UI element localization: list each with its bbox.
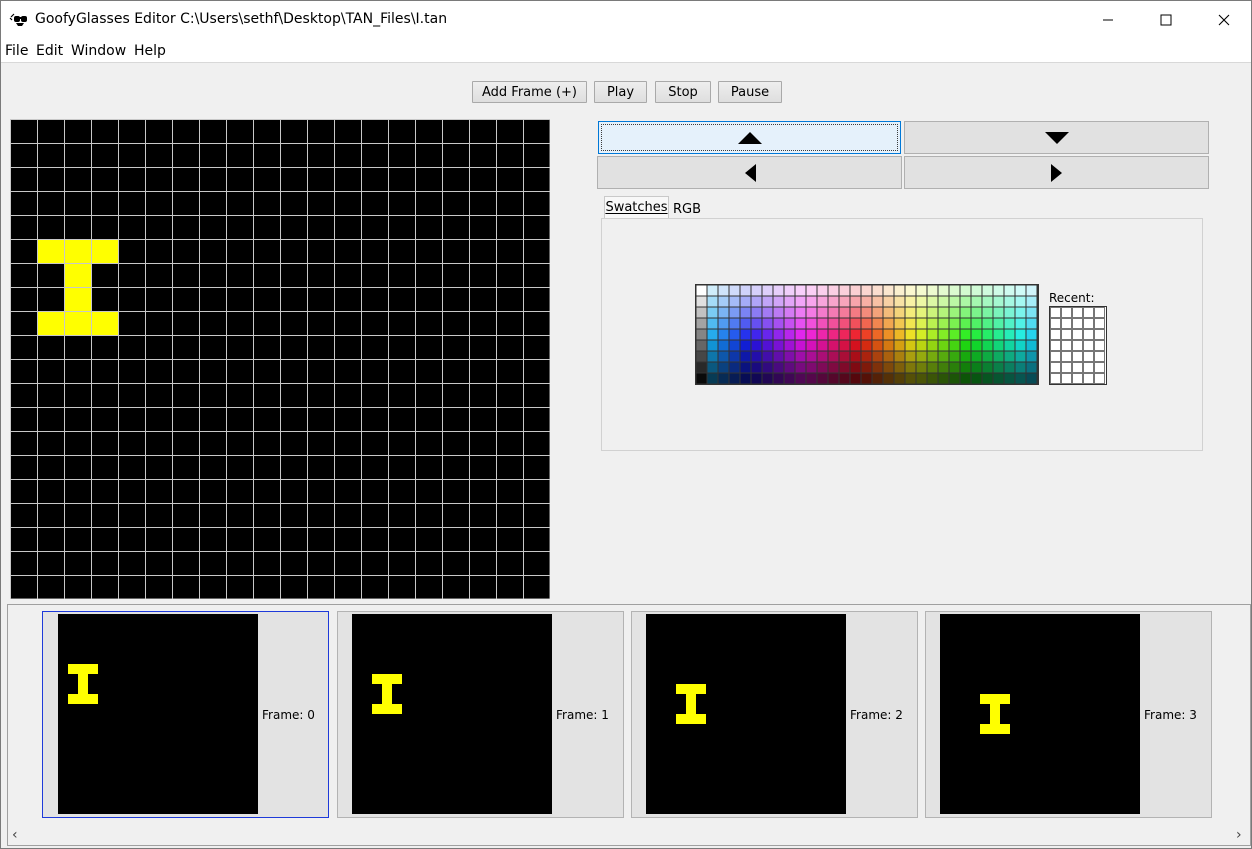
maximize-button[interactable] bbox=[1137, 1, 1195, 39]
minimize-button[interactable] bbox=[1079, 1, 1137, 39]
frame-card-0[interactable]: Frame: 0 bbox=[42, 611, 329, 818]
pause-button[interactable]: Pause bbox=[718, 81, 782, 103]
shift-up-button[interactable] bbox=[598, 121, 901, 154]
swatch-palette[interactable] bbox=[695, 284, 1039, 385]
tab-swatches[interactable]: Swatches bbox=[604, 196, 669, 218]
shift-down-button[interactable] bbox=[904, 121, 1209, 154]
frame-thumbnail bbox=[58, 614, 258, 814]
shift-left-button[interactable] bbox=[597, 156, 902, 189]
editor-window: GoofyGlasses Editor C:\Users\sethf\Deskt… bbox=[0, 0, 1252, 849]
shift-right-button[interactable] bbox=[904, 156, 1209, 189]
minimize-icon bbox=[1103, 19, 1113, 21]
frame-card-1[interactable]: Frame: 1 bbox=[337, 611, 624, 818]
maximize-icon bbox=[1160, 14, 1172, 26]
menu-edit[interactable]: Edit bbox=[36, 43, 63, 59]
lit-pixel[interactable] bbox=[37, 311, 64, 335]
lit-pixel[interactable] bbox=[64, 263, 91, 287]
recent-label: Recent: bbox=[1049, 291, 1095, 305]
glasses-icon bbox=[9, 12, 29, 28]
lit-pixel[interactable] bbox=[91, 239, 118, 263]
window-title: GoofyGlasses Editor C:\Users\sethf\Deskt… bbox=[35, 11, 448, 27]
triangle-right-icon bbox=[1050, 163, 1062, 182]
tab-swatches-label: Swatches bbox=[605, 200, 668, 215]
frame-label: Frame: 1 bbox=[556, 708, 609, 722]
frame-label: Frame: 2 bbox=[850, 708, 903, 722]
frame-thumbnail bbox=[352, 614, 552, 814]
frame-thumbnail bbox=[940, 614, 1140, 814]
add-frame-button[interactable]: Add Frame (+) bbox=[472, 81, 587, 103]
lit-pixel[interactable] bbox=[64, 311, 91, 335]
frame-card-2[interactable]: Frame: 2 bbox=[631, 611, 918, 818]
play-button[interactable]: Play bbox=[594, 81, 647, 103]
stop-button[interactable]: Stop bbox=[655, 81, 711, 103]
frame-card-3[interactable]: Frame: 3 bbox=[925, 611, 1212, 818]
frame-label: Frame: 0 bbox=[262, 708, 315, 722]
tab-rgb[interactable]: RGB bbox=[671, 198, 703, 220]
pixel-grid[interactable] bbox=[10, 119, 550, 599]
scroll-left-icon[interactable]: ‹ bbox=[12, 827, 18, 843]
menu-window[interactable]: Window bbox=[71, 43, 126, 59]
frame-label: Frame: 3 bbox=[1144, 708, 1197, 722]
recent-swatches[interactable] bbox=[1049, 306, 1107, 385]
lit-pixel[interactable] bbox=[64, 287, 91, 311]
menu-file[interactable]: File bbox=[5, 43, 28, 59]
lit-pixel[interactable] bbox=[91, 311, 118, 335]
triangle-left-icon bbox=[744, 163, 756, 182]
menu-help[interactable]: Help bbox=[134, 43, 166, 59]
tab-rgb-label: RGB bbox=[672, 201, 702, 217]
triangle-down-icon bbox=[1044, 131, 1069, 144]
lit-pixel[interactable] bbox=[64, 239, 91, 263]
lit-pixel[interactable] bbox=[37, 239, 64, 263]
triangle-up-icon bbox=[737, 131, 762, 144]
close-button[interactable] bbox=[1195, 1, 1252, 39]
menu-bar: File Edit Window Help bbox=[1, 39, 1251, 63]
title-bar: GoofyGlasses Editor C:\Users\sethf\Deskt… bbox=[1, 1, 1251, 39]
scroll-right-icon[interactable]: › bbox=[1236, 827, 1242, 843]
close-icon bbox=[1218, 14, 1230, 26]
frame-thumbnail bbox=[646, 614, 846, 814]
